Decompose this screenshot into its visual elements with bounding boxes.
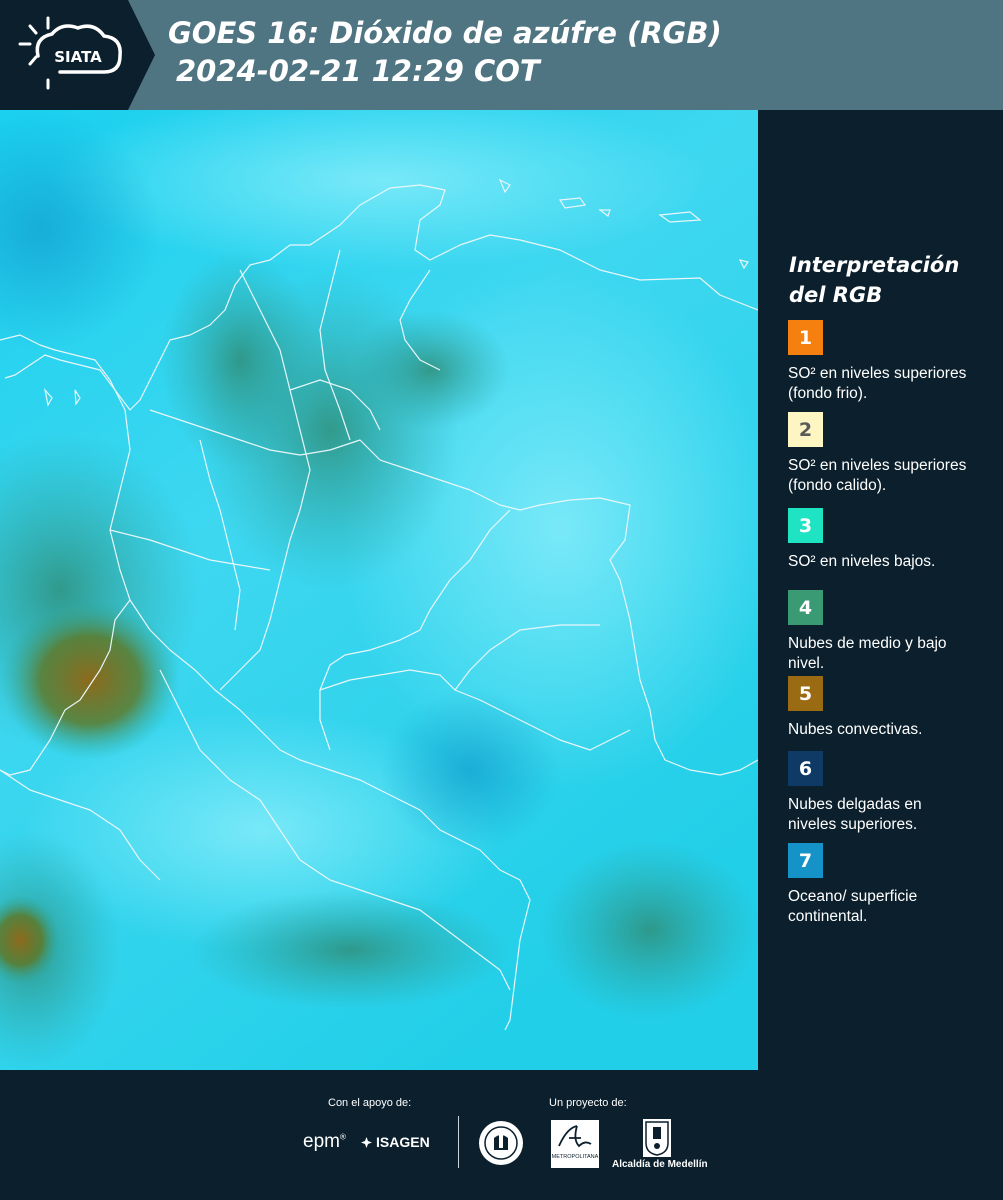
legend-label: Nubes convectivas. xyxy=(788,721,923,738)
page-title: GOES 16: Dióxido de azúfre (RGB) 2024-02… xyxy=(168,14,722,90)
legend-label: Nubes delgadas en niveles superiores. xyxy=(788,796,922,833)
isagen-icon xyxy=(360,1136,373,1149)
legend-item: 2 SO² en niveles superiores (fondo calido… xyxy=(788,412,988,496)
legend-label: SO² en niveles superiores (fondo calido)… xyxy=(788,457,967,494)
support-label: Con el apoyo de: xyxy=(328,1097,412,1109)
isagen-logo-text: ISAGEN xyxy=(376,1134,430,1150)
siata-logo: SIATA xyxy=(0,0,155,110)
logo-text: SIATA xyxy=(54,48,102,66)
legend-swatch: 3 xyxy=(788,508,823,543)
area-metropolitana-text: METROPOLITANA xyxy=(551,1154,599,1160)
footer: Con el apoyo de: Un proyecto de: epm® IS… xyxy=(0,1070,1003,1200)
legend-title-line-2: del RGB xyxy=(789,283,883,307)
legend-swatch: 6 xyxy=(788,751,823,786)
area-metropolitana-icon xyxy=(558,1125,592,1148)
medellin-seal-icon xyxy=(478,1120,524,1166)
title-line-2: 2024-02-21 12:29 COT xyxy=(176,54,540,88)
alcaldia-shield-icon xyxy=(643,1119,671,1157)
legend-swatch: 7 xyxy=(788,843,823,878)
isagen-logo: ISAGEN xyxy=(360,1134,430,1150)
legend-label: SO² en niveles bajos. xyxy=(788,553,936,570)
legend-item: 7 Oceano/ superficie continental. xyxy=(788,843,988,927)
legend-title: Interpretación del RGB xyxy=(789,250,989,310)
area-metropolitana-logo: METROPOLITANA xyxy=(551,1120,599,1168)
legend-swatch: 2 xyxy=(788,412,823,447)
legend-item: 3 SO² en niveles bajos. xyxy=(788,508,988,572)
legend-label: Nubes de medio y bajo nivel. xyxy=(788,635,947,672)
legend-item: 5 Nubes convectivas. xyxy=(788,676,988,740)
alcaldia-label: Alcaldía de Medellín xyxy=(612,1159,708,1170)
legend-label: SO² en niveles superiores (fondo frio). xyxy=(788,365,967,402)
epm-logo-text: epm xyxy=(303,1131,340,1152)
legend-panel: Interpretación del RGB 1 SO² en niveles s… xyxy=(760,110,1003,1070)
epm-logo: epm® xyxy=(303,1131,346,1152)
legend-item: 4 Nubes de medio y bajo nivel. xyxy=(788,590,988,674)
legend-title-line-1: Interpretación xyxy=(789,253,960,277)
footer-divider xyxy=(458,1116,459,1168)
header-bar: SIATA GOES 16: Dióxido de azúfre (RGB) 2… xyxy=(0,0,1003,110)
legend-item: 1 SO² en niveles superiores (fondo frio). xyxy=(788,320,988,404)
legend-item: 6 Nubes delgadas en niveles superiores. xyxy=(788,751,988,835)
legend-swatch: 5 xyxy=(788,676,823,711)
title-line-1: GOES 16: Dióxido de azúfre (RGB) xyxy=(168,16,722,50)
legend-swatch: 1 xyxy=(788,320,823,355)
project-label: Un proyecto de: xyxy=(549,1097,627,1109)
legend-swatch: 4 xyxy=(788,590,823,625)
satellite-map[interactable] xyxy=(0,110,758,1070)
legend-label: Oceano/ superficie continental. xyxy=(788,888,918,925)
